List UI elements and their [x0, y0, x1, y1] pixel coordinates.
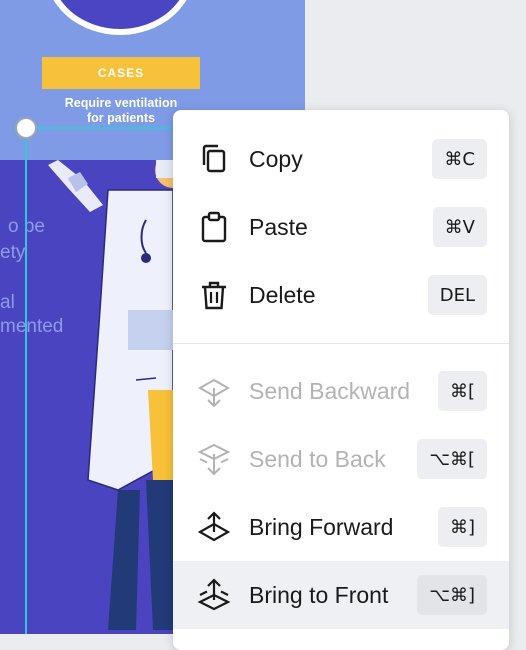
shortcut-badge: ⌘V: [432, 207, 487, 247]
menu-item-label: Paste: [249, 213, 308, 240]
copy-icon: [197, 142, 231, 176]
circle-graphic[interactable]: [45, 0, 195, 35]
bring-to-front-icon: [197, 578, 231, 612]
selection-outline: [26, 127, 196, 129]
menu-item-delete[interactable]: Delete DEL: [173, 261, 509, 329]
trash-icon: [197, 278, 231, 312]
caption-line-1: Require ventilation: [64, 96, 178, 110]
menu-divider: [173, 343, 509, 344]
shortcut-badge: DEL: [427, 275, 487, 315]
selection-resize-handle[interactable]: [15, 117, 37, 139]
cases-badge[interactable]: CASES: [42, 57, 200, 89]
menu-item-label: Bring Forward: [249, 513, 394, 540]
shortcut-badge: ⌥⌘]: [417, 575, 487, 615]
send-to-back-icon: [197, 442, 231, 476]
shortcut-badge: ⌘]: [437, 507, 487, 547]
selection-outline: [25, 127, 27, 634]
menu-item-send-to-back[interactable]: Send to Back ⌥⌘[: [173, 425, 509, 493]
context-menu: Copy ⌘C Paste ⌘V Delete DEL Send Backwar…: [173, 110, 509, 650]
shortcut-badge: ⌘C: [432, 139, 487, 179]
paste-icon: [197, 210, 231, 244]
menu-item-label: Send Backward: [249, 377, 411, 404]
shortcut-badge: ⌘[: [437, 371, 487, 411]
menu-item-send-backward[interactable]: Send Backward ⌘[: [173, 357, 509, 425]
menu-item-paste[interactable]: Paste ⌘V: [173, 193, 509, 261]
menu-item-bring-to-front[interactable]: Bring to Front ⌥⌘]: [173, 561, 509, 629]
menu-item-label: Bring to Front: [249, 581, 389, 608]
menu-item-label: Delete: [249, 281, 316, 308]
shortcut-badge: ⌥⌘[: [417, 439, 487, 479]
side-text-line: al: [0, 292, 15, 313]
bring-forward-icon: [197, 510, 231, 544]
menu-item-label: Copy: [249, 145, 303, 172]
menu-item-copy[interactable]: Copy ⌘C: [173, 125, 509, 193]
menu-item-label: Send to Back: [249, 445, 386, 472]
menu-item-bring-forward[interactable]: Bring Forward ⌘]: [173, 493, 509, 561]
side-text-line: ety: [0, 242, 26, 263]
send-backward-icon: [197, 374, 231, 408]
